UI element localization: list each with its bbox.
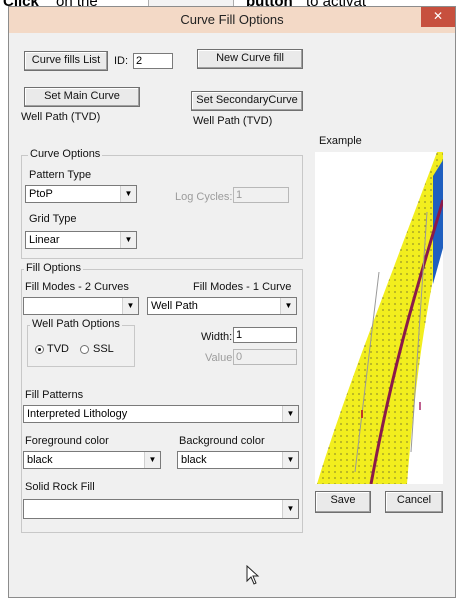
background-color-label: Background color [179, 435, 265, 447]
chevron-down-icon[interactable]: ▼ [120, 186, 136, 202]
ssl-label: SSL [93, 343, 114, 355]
tick-marker [361, 410, 363, 418]
width-field[interactable]: 1 [233, 327, 297, 343]
fill-modes-1-select[interactable]: Well Path ▼ [147, 297, 297, 315]
pattern-type-label: Pattern Type [29, 169, 92, 181]
background-color-value: black [181, 454, 207, 466]
foreground-color-label: Foreground color [25, 435, 109, 447]
chevron-down-icon[interactable]: ▼ [144, 452, 160, 468]
example-curve-fill-graphic [317, 152, 443, 484]
log-cycles-label: Log Cycles: [175, 191, 233, 203]
fill-patterns-label: Fill Patterns [25, 389, 84, 401]
fill-patterns-value: Interpreted Lithology [27, 408, 128, 420]
solid-rock-fill-select[interactable]: ▼ [23, 499, 299, 519]
curve-fill-options-window: Curve Fill Options ✕ Curve fills List ID… [8, 6, 456, 598]
title-bar: Curve Fill Options ✕ [9, 7, 455, 33]
example-label: Example [319, 135, 362, 147]
curve-options-legend: Curve Options [28, 148, 103, 160]
chevron-down-icon[interactable]: ▼ [280, 298, 296, 314]
main-curve-value: Well Path (TVD) [21, 111, 101, 123]
grid-type-label: Grid Type [29, 213, 77, 225]
save-button[interactable]: Save [315, 491, 371, 513]
chevron-down-icon[interactable]: ▼ [282, 406, 298, 422]
grid-type-value: Linear [29, 234, 60, 246]
solid-rock-fill-label: Solid Rock Fill [25, 481, 95, 493]
chevron-down-icon[interactable]: ▼ [122, 298, 138, 314]
close-button[interactable]: ✕ [421, 7, 455, 27]
fill-modes-1-label: Fill Modes - 1 Curve [193, 281, 292, 293]
tvd-label: TVD [47, 343, 69, 355]
width-label: Width: [201, 331, 233, 343]
chevron-down-icon[interactable]: ▼ [282, 500, 298, 518]
fill-modes-2-label: Fill Modes - 2 Curves [25, 281, 129, 293]
pattern-type-value: PtoP [29, 188, 53, 200]
new-curve-fill-button[interactable]: New Curve fill [197, 49, 303, 69]
chevron-down-icon[interactable]: ▼ [282, 452, 298, 468]
mouse-cursor-icon [246, 565, 260, 585]
set-secondary-curve-button[interactable]: Set SecondaryCurve [191, 91, 303, 111]
tvd-radio[interactable] [35, 345, 44, 354]
pattern-type-select[interactable]: PtoP ▼ [25, 185, 137, 203]
fill-modes-2-select[interactable]: ▼ [23, 297, 139, 315]
id-label: ID: [114, 55, 129, 67]
example-preview [315, 152, 443, 484]
value-field[interactable]: 0 [233, 349, 297, 365]
well-path-options-legend: Well Path Options [30, 318, 122, 330]
background-color-select[interactable]: black ▼ [177, 451, 299, 469]
fill-patterns-select[interactable]: Interpreted Lithology ▼ [23, 405, 299, 423]
chevron-down-icon[interactable]: ▼ [120, 232, 136, 248]
log-cycles-field[interactable]: 1 [233, 187, 289, 203]
set-main-curve-button[interactable]: Set Main Curve [24, 87, 140, 107]
fill-options-legend: Fill Options [24, 262, 84, 274]
foreground-color-select[interactable]: black ▼ [23, 451, 161, 469]
ssl-radio[interactable] [80, 345, 89, 354]
fill-modes-1-value: Well Path [151, 300, 198, 312]
secondary-curve-value: Well Path (TVD) [193, 115, 273, 127]
curve-fills-list-button[interactable]: Curve fills List [24, 51, 108, 71]
close-icon: ✕ [432, 9, 444, 23]
grid-type-select[interactable]: Linear ▼ [25, 231, 137, 249]
value-label: Value: [205, 352, 236, 364]
window-title: Curve Fill Options [180, 12, 284, 27]
tick-marker [419, 402, 421, 410]
cancel-button[interactable]: Cancel [385, 491, 443, 513]
id-field[interactable]: 2 [133, 53, 173, 69]
foreground-color-value: black [27, 454, 53, 466]
